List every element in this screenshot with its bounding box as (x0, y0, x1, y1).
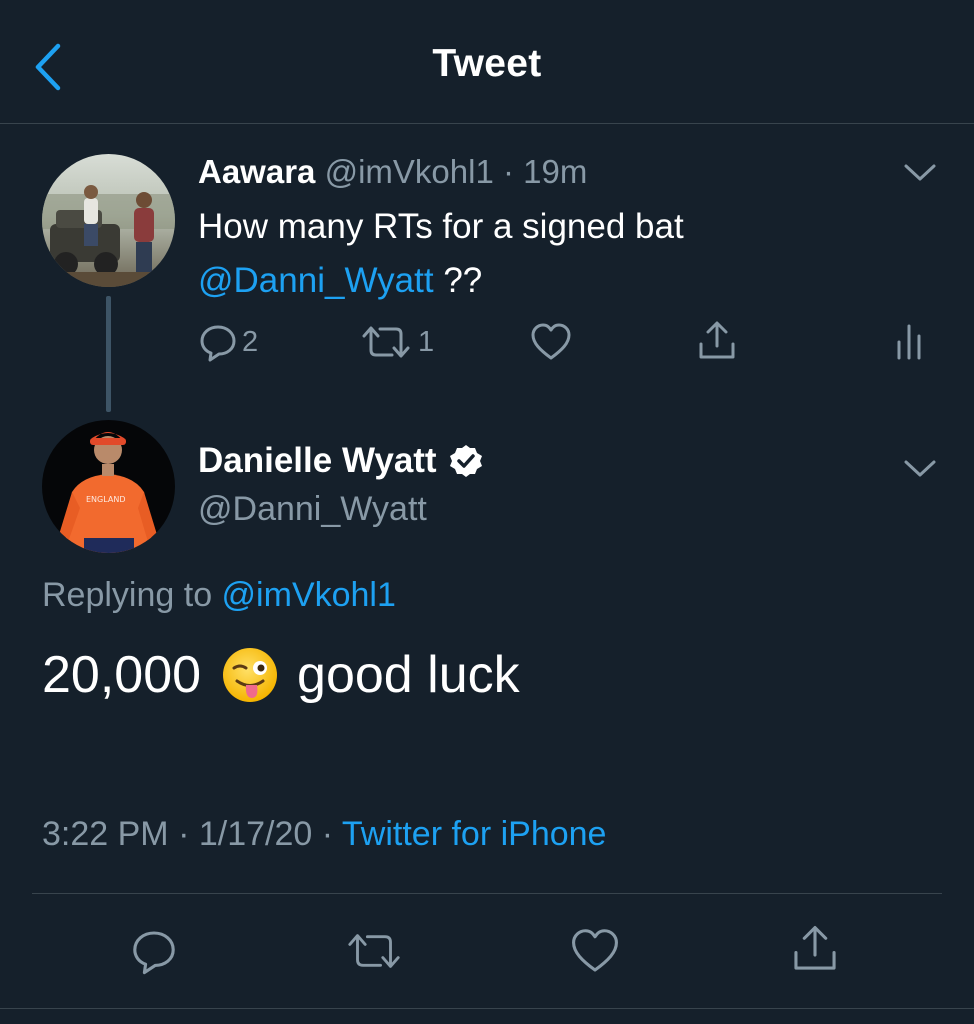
avatar[interactable]: ENGLAND (42, 420, 175, 553)
page-title: Tweet (432, 42, 542, 85)
divider (32, 893, 942, 894)
mention-link[interactable]: @Danni_Wyatt (198, 261, 434, 300)
retweet-button[interactable] (343, 929, 405, 973)
reply-button[interactable]: 2 (198, 322, 258, 362)
divider (0, 1008, 974, 1009)
meta-separator: · (168, 815, 199, 853)
author-handle[interactable]: @Danni_Wyatt (198, 486, 427, 532)
share-button[interactable] (790, 924, 840, 974)
analytics-button[interactable] (894, 322, 924, 362)
chevron-down-icon (904, 460, 936, 477)
tweet-date[interactable]: 1/17/20 (199, 815, 312, 853)
heart-icon (572, 929, 618, 972)
tweet-meta: 3:22 PM · 1/17/20 · Twitter for iPhone (42, 810, 606, 858)
meta-separator: · (502, 153, 514, 190)
retweet-icon (348, 934, 400, 968)
author-name[interactable]: Aawara (198, 153, 315, 190)
replying-to-mention[interactable]: @imVkohl1 (222, 576, 396, 614)
tweet-text: How many RTs for a signed bat (198, 207, 684, 246)
header-bar: Tweet (0, 0, 974, 124)
avatar-image (42, 154, 175, 287)
share-icon (794, 926, 836, 970)
tweet-detail-screen: Tweet Aawara @imVkohl1 · 19m How many RT… (0, 0, 974, 1024)
share-button[interactable] (696, 320, 738, 362)
replying-prefix: Replying to (42, 576, 222, 614)
share-icon (699, 321, 735, 359)
tweet-text-number: 20,000 (42, 646, 202, 704)
reply-icon (133, 931, 175, 975)
parent-tweet-text: How many RTs for a signed bat @Danni_Wya… (198, 200, 898, 308)
thread-connector-line (106, 296, 111, 412)
meta-separator: · (312, 815, 342, 853)
retweet-count: 1 (418, 325, 435, 358)
verified-badge-icon (449, 445, 482, 477)
more-options-button[interactable] (903, 458, 937, 480)
main-tweet-text: 20,000 good luck (42, 642, 520, 708)
tweet-source-link[interactable]: Twitter for iPhone (342, 815, 607, 853)
winking-face-with-tongue-icon (223, 648, 278, 702)
svg-text:ENGLAND: ENGLAND (86, 495, 126, 504)
tweet-time[interactable]: 19m (523, 153, 587, 190)
author-name[interactable]: Danielle Wyatt (198, 438, 437, 484)
avatar[interactable] (42, 154, 175, 287)
tweet-time[interactable]: 3:22 PM (42, 815, 169, 853)
retweet-icon (362, 326, 410, 358)
chevron-down-icon (904, 164, 936, 181)
like-button[interactable] (570, 927, 620, 975)
heart-icon (531, 323, 571, 360)
tweet-text-suffix: ?? (433, 261, 483, 300)
replying-to-line: Replying to @imVkohl1 (42, 572, 396, 618)
main-author-row: Danielle Wyatt (198, 438, 483, 484)
reply-count: 2 (242, 325, 259, 358)
like-button[interactable] (530, 322, 572, 362)
reply-button[interactable] (130, 927, 178, 975)
author-handle[interactable]: @imVkohl1 (325, 153, 494, 190)
more-options-button[interactable] (903, 162, 937, 184)
reply-icon (200, 325, 236, 362)
tweet-text-words: good luck (297, 646, 520, 704)
retweet-button[interactable]: 1 (358, 322, 434, 362)
avatar-image: ENGLAND (42, 420, 175, 553)
parent-tweet-header: Aawara @imVkohl1 · 19m (198, 150, 587, 194)
analytics-icon (897, 324, 921, 360)
